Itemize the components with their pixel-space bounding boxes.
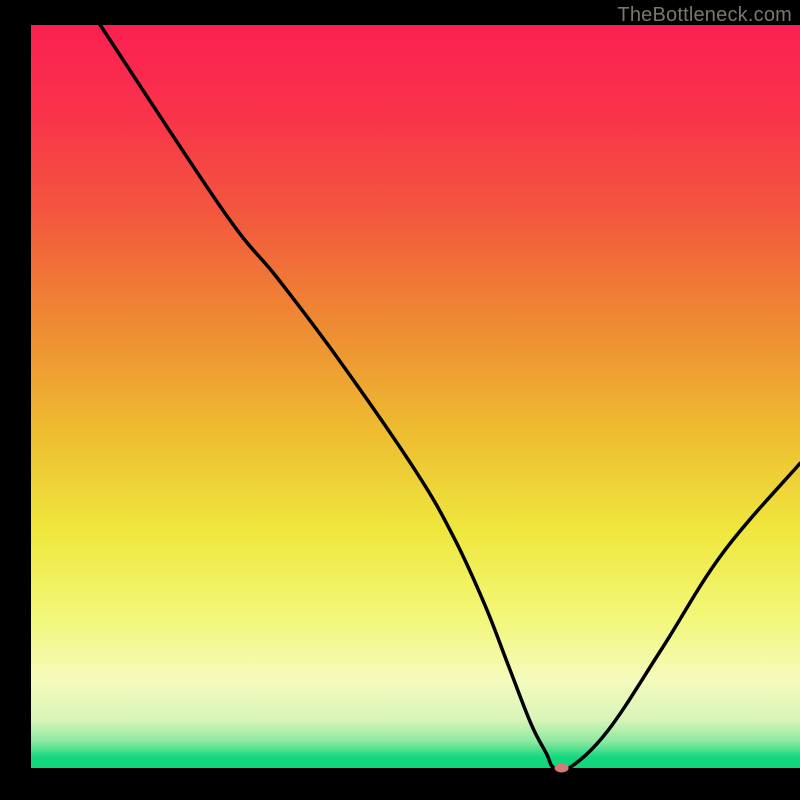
optimum-marker: [555, 764, 569, 773]
watermark-label: TheBottleneck.com: [617, 4, 792, 27]
bottleneck-chart: [0, 0, 800, 800]
plot-background: [31, 25, 800, 768]
